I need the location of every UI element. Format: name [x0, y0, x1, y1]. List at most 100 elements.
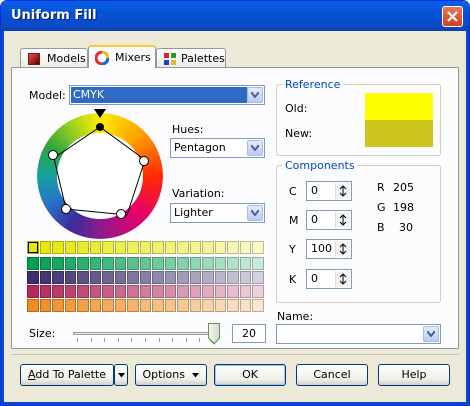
hue-handle-5[interactable] [48, 150, 58, 160]
swatch-cell[interactable] [239, 241, 251, 254]
swatch-cell[interactable] [39, 257, 51, 270]
swatch-cell[interactable] [239, 285, 251, 298]
swatch-cell[interactable] [164, 257, 176, 270]
swatch-cell[interactable] [202, 241, 214, 254]
name-select[interactable] [276, 324, 441, 344]
swatch-cell[interactable] [77, 241, 89, 254]
swatch-cell[interactable] [64, 241, 76, 254]
swatch-cell[interactable] [164, 271, 176, 284]
swatch-cell[interactable] [64, 257, 76, 270]
hue-handle-2[interactable] [139, 156, 149, 166]
swatch-cell[interactable] [77, 285, 89, 298]
swatch-cell[interactable] [202, 271, 214, 284]
name-select-arrow[interactable] [423, 326, 439, 342]
swatch-cell[interactable] [27, 241, 39, 254]
tab-palettes[interactable]: Palettes [156, 48, 226, 68]
help-button[interactable]: Help [378, 364, 450, 386]
tab-mixers[interactable]: Mixers [88, 45, 156, 68]
add-to-palette-button[interactable]: Add To Palette [20, 364, 114, 386]
k-input[interactable]: 0 [306, 269, 352, 289]
swatch-cell[interactable] [252, 299, 264, 312]
hue-handle-4[interactable] [61, 204, 71, 214]
swatch-cell[interactable] [89, 241, 101, 254]
swatch-cell[interactable] [127, 299, 139, 312]
swatch-cell[interactable] [102, 257, 114, 270]
swatch-cell[interactable] [202, 257, 214, 270]
swatch-cell[interactable] [102, 271, 114, 284]
swatch-cell[interactable] [152, 257, 164, 270]
hues-select[interactable]: Pentagon [170, 138, 265, 158]
swatch-cell[interactable] [52, 299, 64, 312]
swatch-cell[interactable] [64, 285, 76, 298]
swatch-cell[interactable] [177, 271, 189, 284]
swatch-cell[interactable] [177, 257, 189, 270]
cancel-button[interactable]: Cancel [296, 364, 368, 386]
swatch-cell[interactable] [52, 271, 64, 284]
swatch-cell[interactable] [164, 299, 176, 312]
swatch-cell[interactable] [177, 285, 189, 298]
swatch-cell[interactable] [27, 285, 39, 298]
swatch-cell[interactable] [189, 241, 201, 254]
swatch-cell[interactable] [189, 257, 201, 270]
swatch-cell[interactable] [139, 271, 151, 284]
swatch-cell[interactable] [89, 285, 101, 298]
c-spinner[interactable] [335, 183, 350, 199]
swatch-cell[interactable] [214, 271, 226, 284]
swatch-cell[interactable] [39, 271, 51, 284]
swatch-cell[interactable] [214, 299, 226, 312]
k-spinner[interactable] [335, 271, 350, 287]
swatch-cell[interactable] [189, 271, 201, 284]
swatch-cell[interactable] [164, 241, 176, 254]
swatch-cell[interactable] [152, 285, 164, 298]
size-slider-thumb[interactable] [208, 323, 220, 345]
swatch-cell[interactable] [127, 285, 139, 298]
title-bar[interactable]: Uniform Fill [1, 1, 469, 31]
swatch-cell[interactable] [52, 241, 64, 254]
swatch-cell[interactable] [152, 241, 164, 254]
swatch-cell[interactable] [52, 285, 64, 298]
swatch-cell[interactable] [64, 299, 76, 312]
swatch-cell[interactable] [139, 299, 151, 312]
swatch-cell[interactable] [152, 299, 164, 312]
size-slider-track[interactable] [73, 332, 217, 335]
swatch-cell[interactable] [227, 299, 239, 312]
hues-select-arrow[interactable] [247, 140, 263, 156]
swatch-cell[interactable] [177, 241, 189, 254]
swatch-cell[interactable] [27, 299, 39, 312]
size-input[interactable]: 20 [232, 324, 266, 343]
m-spinner[interactable] [335, 212, 350, 228]
color-wheel[interactable] [37, 113, 163, 239]
y-input[interactable]: 100 [306, 239, 352, 259]
swatch-cell[interactable] [252, 271, 264, 284]
swatch-cell[interactable] [77, 257, 89, 270]
swatch-cell[interactable] [139, 285, 151, 298]
swatch-cell[interactable] [189, 285, 201, 298]
model-select-arrow[interactable] [247, 87, 263, 103]
close-button[interactable] [442, 6, 463, 27]
swatch-cell[interactable] [127, 271, 139, 284]
swatch-cell[interactable] [114, 257, 126, 270]
swatch-cell[interactable] [39, 241, 51, 254]
swatch-cell[interactable] [89, 271, 101, 284]
swatch-cell[interactable] [239, 299, 251, 312]
swatch-cell[interactable] [227, 241, 239, 254]
swatch-cell[interactable] [89, 299, 101, 312]
swatch-cell[interactable] [39, 285, 51, 298]
m-input[interactable]: 0 [306, 210, 352, 230]
swatch-cell[interactable] [252, 285, 264, 298]
hue-handle-3[interactable] [116, 209, 126, 219]
swatch-cell[interactable] [252, 241, 264, 254]
swatch-cell[interactable] [239, 271, 251, 284]
swatch-cell[interactable] [114, 241, 126, 254]
swatch-cell[interactable] [139, 257, 151, 270]
swatch-cell[interactable] [114, 299, 126, 312]
swatch-cell[interactable] [27, 271, 39, 284]
y-spinner[interactable] [335, 241, 350, 257]
swatch-cell[interactable] [114, 271, 126, 284]
swatch-cell[interactable] [102, 299, 114, 312]
tab-models[interactable]: Models [20, 48, 88, 68]
swatch-cell[interactable] [252, 257, 264, 270]
swatch-cell[interactable] [27, 257, 39, 270]
swatch-cell[interactable] [214, 285, 226, 298]
swatch-cell[interactable] [214, 257, 226, 270]
